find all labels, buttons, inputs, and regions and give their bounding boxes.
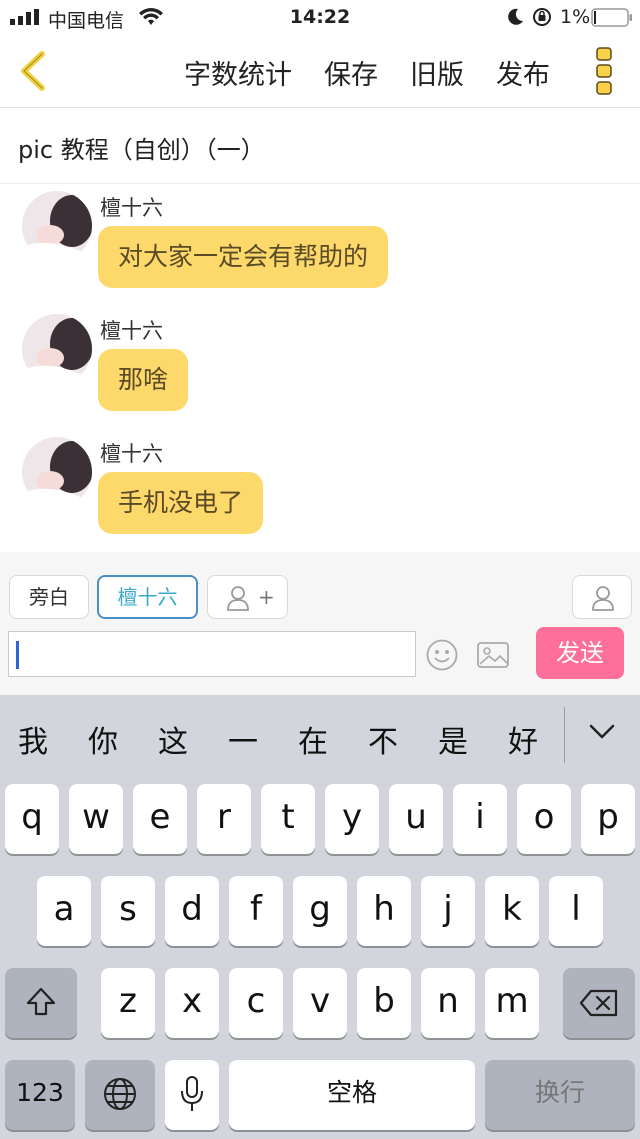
message-item: 檀十六 手机没电了 [0, 434, 640, 544]
shift-key[interactable] [5, 968, 77, 1038]
key-l[interactable]: l [549, 876, 603, 946]
candidate-word[interactable]: 不 [368, 717, 398, 761]
key-i[interactable]: i [453, 784, 507, 854]
globe-icon [104, 1078, 136, 1110]
candidate-word[interactable]: 好 [508, 717, 538, 761]
key-z[interactable]: z [101, 968, 155, 1038]
key-t[interactable]: t [261, 784, 315, 854]
person-icon [592, 586, 614, 611]
sender-name: 檀十六 [100, 442, 163, 466]
candidate-word[interactable]: 你 [88, 717, 118, 761]
key-f[interactable]: f [229, 876, 283, 946]
shift-icon [26, 987, 56, 1016]
space-key[interactable]: 空格 [229, 1060, 475, 1130]
key-x[interactable]: x [165, 968, 219, 1038]
keyboard: 我 你 这 一 在 不 是 好 q w e r t y u i o p a s … [0, 695, 640, 1139]
send-button[interactable]: 发送 [536, 627, 624, 679]
image-icon[interactable] [476, 640, 510, 670]
character-chip[interactable]: 檀十六 [97, 575, 198, 619]
role-select-button[interactable] [572, 575, 632, 619]
sender-name: 檀十六 [100, 196, 163, 220]
key-c[interactable]: c [229, 968, 283, 1038]
person-icon [227, 586, 249, 611]
candidate-divider [564, 707, 565, 763]
message-bubble[interactable]: 那啥 [98, 349, 189, 411]
message-item: 檀十六 那啥 [0, 311, 640, 421]
emoji-icon[interactable] [425, 638, 459, 672]
avatar[interactable] [22, 191, 92, 261]
key-e[interactable]: e [133, 784, 187, 854]
candidate-word[interactable]: 这 [158, 717, 188, 761]
text-caret [16, 641, 19, 669]
battery-icon [591, 8, 632, 27]
key-h[interactable]: h [357, 876, 411, 946]
add-role-button[interactable]: + [207, 575, 288, 619]
delete-key[interactable] [563, 968, 635, 1038]
key-j[interactable]: j [421, 876, 475, 946]
candidate-word[interactable]: 我 [18, 717, 48, 761]
key-y[interactable]: y [325, 784, 379, 854]
chevron-down-icon[interactable] [588, 723, 616, 741]
story-title[interactable]: pic 教程（自创）（一） [18, 130, 265, 165]
status-bar: 中国电信 14:22 1% [0, 0, 640, 34]
save-button[interactable]: 保存 [324, 53, 378, 92]
key-k[interactable]: k [485, 876, 539, 946]
plus-label: + [258, 585, 275, 609]
candidate-word[interactable]: 在 [298, 717, 328, 761]
narrator-chip[interactable]: 旁白 [9, 575, 89, 619]
microphone-key[interactable] [165, 1060, 219, 1130]
key-p[interactable]: p [581, 784, 635, 854]
composer-panel: 旁白 檀十六 + 发送 [0, 552, 640, 695]
message-input[interactable] [8, 631, 416, 677]
old-version-button[interactable]: 旧版 [410, 53, 464, 92]
key-q[interactable]: q [5, 784, 59, 854]
nav-bar: 字数统计 保存 旧版 发布 [0, 34, 640, 108]
key-d[interactable]: d [165, 876, 219, 946]
return-key[interactable]: 换行 [485, 1060, 635, 1130]
rotation-lock-icon [533, 8, 551, 26]
avatar[interactable] [22, 314, 92, 384]
key-a[interactable]: a [37, 876, 91, 946]
back-arrow-icon[interactable] [16, 50, 48, 92]
message-bubble[interactable]: 对大家一定会有帮助的 [98, 226, 389, 288]
candidate-word[interactable]: 一 [228, 717, 258, 761]
candidate-word[interactable]: 是 [438, 717, 468, 761]
key-v[interactable]: v [293, 968, 347, 1038]
key-o[interactable]: o [517, 784, 571, 854]
publish-button[interactable]: 发布 [496, 53, 550, 92]
key-b[interactable]: b [357, 968, 411, 1038]
sender-name: 檀十六 [100, 319, 163, 343]
microphone-icon [181, 1076, 203, 1111]
key-m[interactable]: m [485, 968, 539, 1038]
message-item: 檀十六 对大家一定会有帮助的 [0, 188, 640, 298]
word-count-button[interactable]: 字数统计 [184, 53, 292, 92]
key-n[interactable]: n [421, 968, 475, 1038]
globe-key[interactable] [85, 1060, 155, 1130]
message-bubble[interactable]: 手机没电了 [98, 472, 264, 534]
key-s[interactable]: s [101, 876, 155, 946]
title-row: pic 教程（自创）（一） [0, 108, 640, 184]
numbers-key[interactable]: 123 [5, 1060, 75, 1130]
key-r[interactable]: r [197, 784, 251, 854]
backspace-icon [579, 989, 618, 1017]
key-u[interactable]: u [389, 784, 443, 854]
key-w[interactable]: w [69, 784, 123, 854]
key-g[interactable]: g [293, 876, 347, 946]
more-menu-icon[interactable] [594, 45, 616, 97]
avatar[interactable] [22, 437, 92, 507]
battery-percent: 1% [560, 6, 591, 28]
moon-icon [508, 8, 523, 25]
